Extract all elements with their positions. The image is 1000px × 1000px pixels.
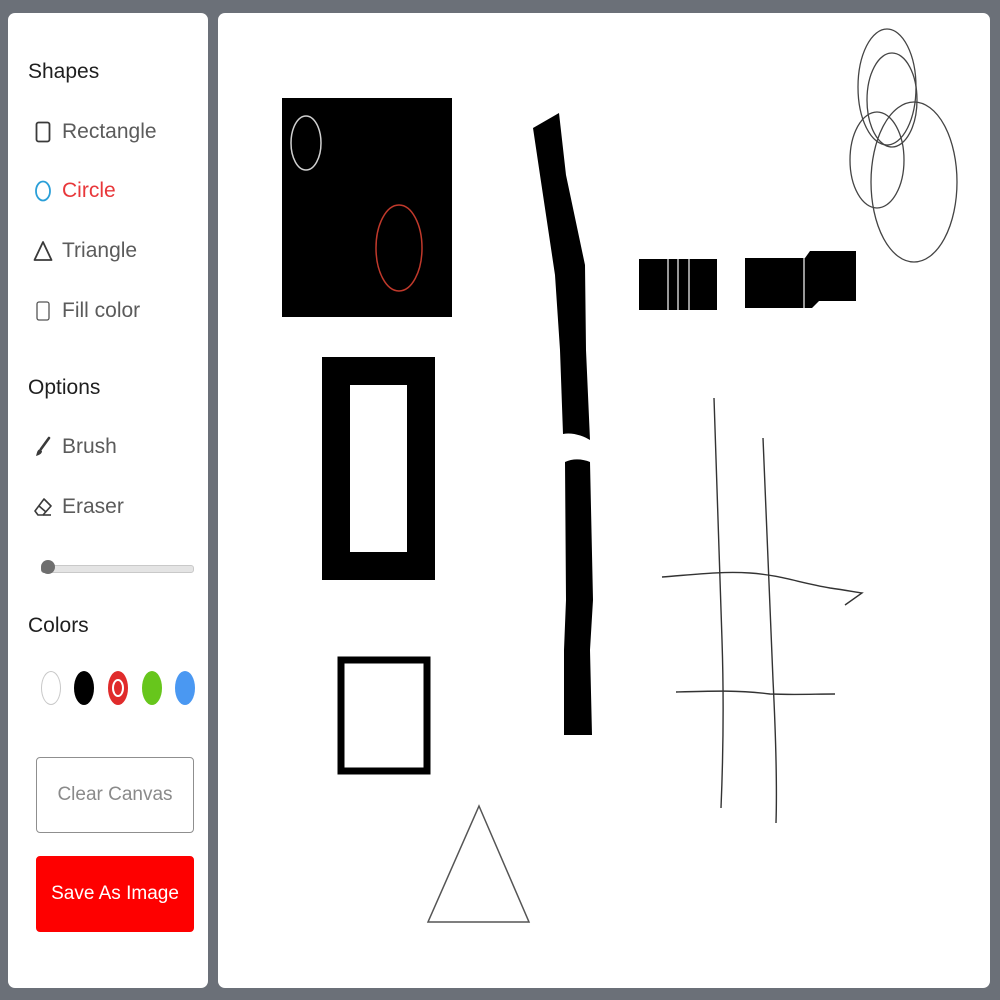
eraser-tool[interactable]: Eraser bbox=[32, 495, 124, 519]
thin-stroke-horizontal-2 bbox=[675, 690, 836, 696]
eraser-icon bbox=[32, 496, 54, 518]
brush-icon bbox=[32, 436, 54, 458]
rectangle-tool[interactable]: Rectangle bbox=[32, 120, 157, 144]
drawn-thick-frame bbox=[322, 357, 435, 580]
thin-stroke-vertical-1 bbox=[713, 397, 724, 809]
drawn-circle-3 bbox=[849, 111, 905, 209]
save-image-button[interactable]: Save As Image bbox=[36, 856, 194, 932]
circle-label: Circle bbox=[62, 179, 116, 202]
triangle-tool[interactable]: Triangle bbox=[32, 239, 137, 263]
color-swatch-white[interactable] bbox=[41, 671, 61, 705]
brush-tool[interactable]: Brush bbox=[32, 435, 117, 459]
clear-canvas-button[interactable]: Clear Canvas bbox=[36, 757, 194, 833]
slider-thumb[interactable] bbox=[41, 560, 55, 574]
drawing-app: Shapes Rectangle Circle Triangle Fill co… bbox=[0, 0, 1000, 1000]
thin-stroke-vertical-2 bbox=[762, 437, 778, 824]
drawn-triangle bbox=[426, 804, 531, 923]
drawn-thin-frame bbox=[337, 656, 431, 775]
color-swatch-red[interactable] bbox=[108, 671, 128, 705]
circle-outline-icon bbox=[32, 180, 54, 202]
fill-color-label: Fill color bbox=[62, 299, 141, 322]
fill-color-toggle[interactable]: Fill color bbox=[32, 299, 140, 323]
drawn-black-rectangle bbox=[282, 98, 452, 317]
shapes-title: Shapes bbox=[28, 60, 100, 83]
rectangle-label: Rectangle bbox=[62, 120, 157, 143]
brush-stroke-lower bbox=[564, 459, 593, 735]
color-swatch-blue[interactable] bbox=[175, 671, 195, 705]
drawn-circle-4 bbox=[870, 101, 958, 263]
color-palette bbox=[41, 671, 201, 707]
checkbox-icon[interactable] bbox=[32, 300, 54, 322]
options-title: Options bbox=[28, 376, 101, 399]
brush-stroke-upper bbox=[533, 113, 590, 440]
drawn-circle-2 bbox=[866, 52, 918, 148]
color-swatch-green[interactable] bbox=[142, 671, 162, 705]
brush-label: Brush bbox=[62, 435, 117, 458]
canvas-drawing bbox=[282, 28, 958, 923]
circle-tool[interactable]: Circle bbox=[32, 179, 116, 203]
drawing-canvas[interactable] bbox=[218, 13, 990, 988]
triangle-label: Triangle bbox=[62, 239, 138, 262]
eraser-label: Eraser bbox=[62, 495, 124, 518]
thin-stroke-horizontal-1 bbox=[661, 571, 864, 606]
colors-title: Colors bbox=[28, 614, 89, 637]
brush-block-right bbox=[745, 251, 856, 308]
tools-panel: Shapes Rectangle Circle Triangle Fill co… bbox=[8, 13, 208, 988]
triangle-outline-icon bbox=[32, 240, 54, 262]
square-outline-icon bbox=[32, 121, 54, 143]
slider-track bbox=[41, 565, 194, 573]
color-swatch-black[interactable] bbox=[74, 671, 94, 705]
brush-size-slider[interactable] bbox=[41, 560, 194, 575]
drawn-circle-1 bbox=[857, 28, 917, 146]
